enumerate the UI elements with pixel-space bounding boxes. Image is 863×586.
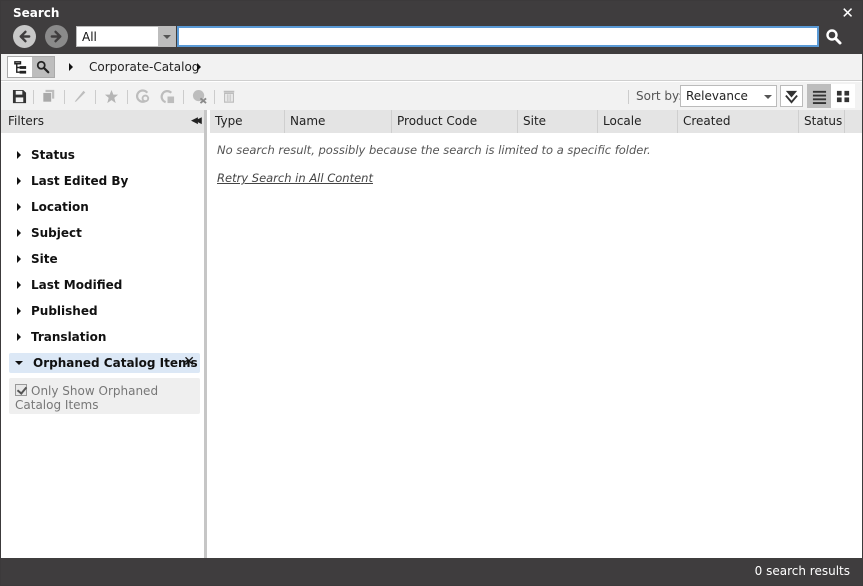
copy-icon[interactable] — [41, 88, 57, 104]
filters-header: Filters ◀◀ — [1, 110, 204, 133]
filter-subject[interactable]: Subject — [9, 223, 200, 243]
tree-view-button[interactable] — [8, 57, 32, 77]
empty-results-message: No search result, possibly because the s… — [217, 143, 651, 157]
expand-arrow-icon — [17, 229, 21, 237]
filter-translation[interactable]: Translation — [9, 327, 200, 347]
expand-arrow-icon — [17, 307, 21, 315]
filter-label: Orphaned Catalog Items — [33, 356, 198, 370]
filter-site[interactable]: Site — [9, 249, 200, 269]
arrow-left-icon — [19, 30, 31, 43]
sort-by-value: Relevance — [686, 89, 748, 103]
filter-label: Location — [31, 200, 89, 214]
filter-status[interactable]: Status — [9, 145, 200, 165]
search-view-button[interactable] — [32, 57, 54, 77]
results-panel: Type Name Product Code Site Locale Creat… — [210, 110, 862, 558]
expand-arrow-icon — [17, 281, 21, 289]
orphaned-only-checkbox[interactable] — [15, 384, 27, 396]
filter-label: Last Modified — [31, 278, 123, 292]
list-view-button[interactable] — [807, 84, 831, 108]
chevron-down-icon — [764, 95, 772, 99]
breadcrumb-item[interactable]: Corporate-Catalog — [89, 60, 199, 74]
column-header-status[interactable]: Status — [799, 110, 845, 133]
remove-filter-icon[interactable]: ✕ — [183, 354, 195, 370]
column-header-type[interactable]: Type — [210, 110, 285, 133]
forward-button[interactable] — [45, 25, 68, 48]
toolbar-separator — [214, 90, 215, 104]
search-icon — [36, 60, 50, 74]
column-header-locale[interactable]: Locale — [598, 110, 678, 133]
filter-orphaned-catalog-items[interactable]: Orphaned Catalog Items ✕ — [9, 353, 200, 373]
favorite-icon[interactable] — [103, 88, 119, 104]
chevron-down-icon[interactable] — [158, 27, 175, 46]
expand-arrow-icon — [17, 255, 21, 263]
breadcrumb-next-arrow-icon[interactable] — [197, 63, 201, 71]
back-button[interactable] — [13, 25, 36, 48]
search-window: Search ✕ All Corporate-Catalog Sort by: … — [0, 0, 863, 586]
expand-arrow-icon — [17, 151, 21, 159]
expand-arrow-icon — [17, 177, 21, 185]
filters-panel: Filters ◀◀ Status Last Edited By Locatio… — [1, 110, 207, 558]
column-header-product-code[interactable]: Product Code — [392, 110, 518, 133]
window-header: Search ✕ All — [1, 1, 862, 54]
retry-search-link[interactable]: Retry Search in All Content — [217, 171, 373, 185]
orphaned-filter-option: Only Show Orphaned Catalog Items — [9, 378, 200, 414]
filter-location[interactable]: Location — [9, 197, 200, 217]
status-bar: 0 search results — [1, 558, 862, 585]
toolbar-separator — [628, 90, 629, 104]
sort-descending-icon — [785, 90, 798, 104]
filter-published[interactable]: Published — [9, 301, 200, 321]
filter-last-modified[interactable]: Last Modified — [9, 275, 200, 295]
filter-last-edited-by[interactable]: Last Edited By — [9, 171, 200, 191]
unpublish-icon[interactable] — [191, 88, 207, 104]
filters-title: Filters — [8, 114, 44, 128]
view-mode-toggle — [807, 84, 855, 108]
window-title: Search — [13, 6, 60, 20]
orphaned-only-label: Only Show Orphaned Catalog Items — [15, 384, 159, 412]
expand-arrow-icon — [17, 333, 21, 341]
column-header-created[interactable]: Created — [678, 110, 799, 133]
tree-icon — [13, 60, 26, 74]
column-header-site[interactable]: Site — [518, 110, 598, 133]
close-icon[interactable]: ✕ — [841, 4, 854, 22]
filter-label: Status — [31, 148, 75, 162]
collapse-arrow-icon — [15, 361, 23, 365]
expand-arrow-icon — [17, 203, 21, 211]
delete-icon[interactable] — [221, 88, 237, 104]
filter-label: Last Edited By — [31, 174, 129, 188]
view-toggle — [7, 56, 55, 78]
edit-icon[interactable] — [72, 88, 88, 104]
sort-by-select[interactable]: Relevance — [680, 85, 777, 107]
toolbar-separator — [64, 90, 65, 104]
checkout-icon[interactable] — [159, 88, 175, 104]
save-icon[interactable] — [11, 88, 27, 104]
toolbar-separator — [33, 90, 34, 104]
toolbar-separator — [183, 90, 184, 104]
toolbar-separator — [95, 90, 96, 104]
search-scope-select[interactable]: All — [76, 26, 176, 47]
column-header-name[interactable]: Name — [285, 110, 392, 133]
sort-by-label: Sort by: — [636, 89, 683, 103]
search-scope-value: All — [82, 30, 97, 44]
list-icon — [812, 90, 826, 104]
sort-direction-button[interactable] — [780, 85, 803, 107]
column-headers: Type Name Product Code Site Locale Creat… — [210, 110, 862, 133]
search-input[interactable] — [177, 26, 819, 47]
breadcrumb-root-arrow-icon[interactable] — [69, 63, 73, 71]
breadcrumb-bar: Corporate-Catalog — [1, 54, 862, 81]
arrow-right-icon — [50, 30, 62, 43]
result-count: 0 search results — [754, 564, 850, 578]
results-toolbar: Sort by: Relevance — [1, 82, 862, 110]
toolbar-separator — [127, 90, 128, 104]
filter-label: Site — [31, 252, 58, 266]
search-icon[interactable] — [825, 28, 843, 46]
refresh-icon[interactable] — [135, 88, 151, 104]
grid-icon — [836, 90, 849, 102]
collapse-panel-icon[interactable]: ◀◀ — [191, 116, 202, 126]
grid-view-button[interactable] — [831, 84, 855, 108]
filter-label: Subject — [31, 226, 82, 240]
filter-label: Published — [31, 304, 98, 318]
filter-label: Translation — [31, 330, 107, 344]
